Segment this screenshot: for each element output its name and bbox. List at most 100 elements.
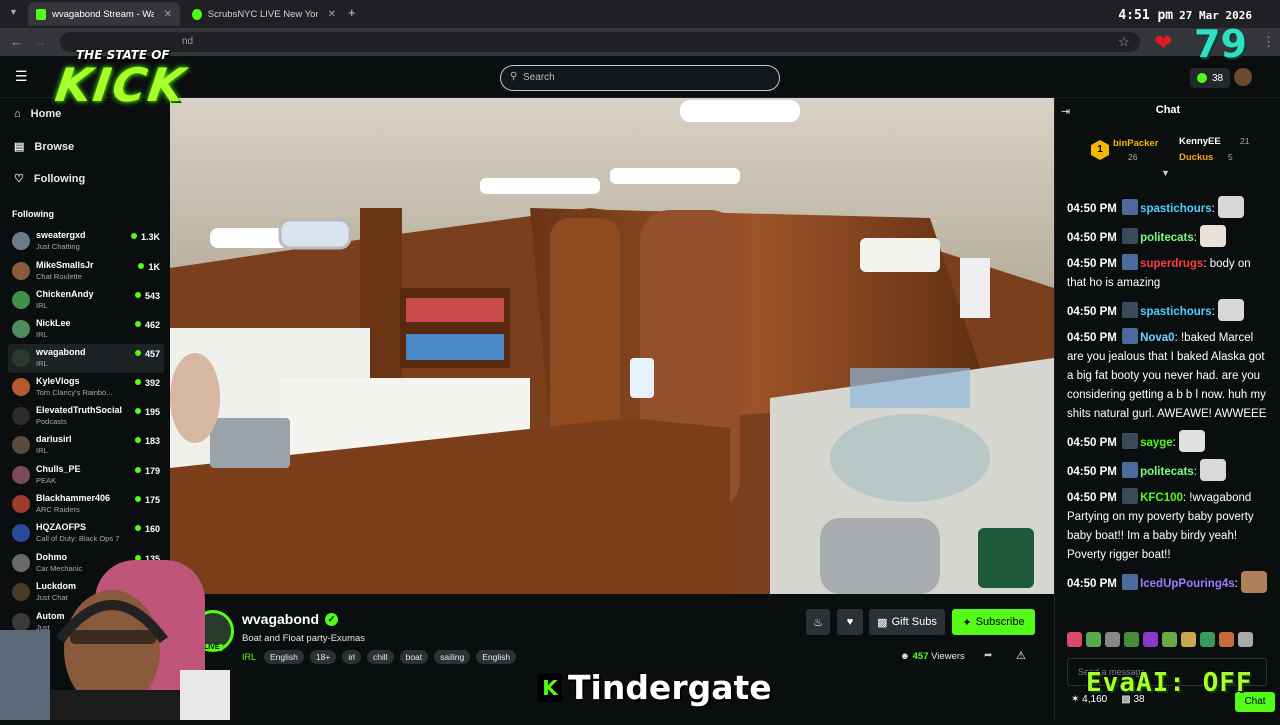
tag[interactable]: English [264, 650, 304, 664]
chat-username[interactable]: superdrugs [1140, 258, 1203, 270]
leader-count: 26 [1128, 152, 1138, 162]
clock-date: 27 Mar 2026 [1179, 9, 1252, 22]
chat-message: 04:50 PM spastichours: [1067, 299, 1273, 322]
emote-icon[interactable] [1238, 632, 1253, 647]
channel-category: IRL [36, 330, 48, 339]
cat-emote-icon [1218, 196, 1245, 218]
emote-icon[interactable] [1143, 632, 1158, 647]
nav-following-label: Following [33, 172, 86, 185]
close-tab-icon[interactable]: ✕ [328, 9, 336, 20]
tag[interactable]: 18+ [309, 650, 337, 664]
chat-username[interactable]: IcedUpPouring4s [1140, 578, 1235, 590]
star-icon: ✦ [962, 616, 972, 629]
caption-overlay: K Tindergate [538, 668, 772, 707]
emote-icon[interactable] [1219, 632, 1234, 647]
channel-avatar [12, 320, 30, 338]
streamer-name[interactable]: wvagabond ✓ [242, 611, 339, 627]
channel-viewers: 457 [135, 349, 160, 359]
bookmark-star-icon[interactable]: ☆ [1118, 34, 1130, 50]
sidebar-channel-blackhammer406[interactable]: Blackhammer406 ARC Raiders 175 [8, 490, 164, 519]
follow-heart-button[interactable]: ♥ [837, 609, 863, 635]
notification-bell-button[interactable]: ♨ [806, 609, 830, 635]
chat-username[interactable]: politecats [1140, 232, 1194, 244]
nav-following[interactable]: ♡ Following [14, 172, 86, 186]
emote-icon[interactable] [1086, 632, 1101, 647]
chat-heading: Chat [1155, 104, 1181, 116]
url-field[interactable]: nd [60, 32, 1140, 52]
emote-icon[interactable] [1162, 632, 1177, 647]
new-tab-button[interactable]: + [348, 5, 356, 20]
tab-wvagabond[interactable]: wvagabond Stream - Watch ✕ [28, 2, 180, 26]
chat-username[interactable]: spastichours [1140, 306, 1212, 318]
tag[interactable]: boat [399, 650, 429, 664]
share-icon[interactable]: ➦ [984, 650, 992, 661]
channel-avatar [12, 436, 30, 454]
gift-leaderboard: 1 binPacker 26 KennyEE 21 Duckus 5 ▼ [1055, 128, 1280, 178]
sidebar-channel-sweatergxd[interactable]: sweatergxd Just Chatting 1.3K [8, 227, 164, 256]
emote-icon[interactable] [1067, 632, 1082, 647]
channel-viewers: 392 [135, 378, 160, 388]
close-tab-icon[interactable]: ✕ [164, 9, 172, 20]
chat-message: 04:50 PM sayge: [1067, 430, 1273, 453]
stream-title: Boat and Float party-Exumas [242, 633, 366, 644]
subscribe-label: Subscribe [975, 616, 1025, 628]
expand-leaderboard-icon[interactable]: ▼ [1161, 168, 1170, 178]
user-badge-icon [1122, 199, 1139, 215]
points-icon: ✶ [1071, 694, 1083, 705]
channel-category: Chat Roulette [36, 272, 82, 281]
chat-timestamp: 04:50 PM [1067, 306, 1117, 318]
tag[interactable]: irl [342, 650, 361, 664]
subscribe-button[interactable]: ✦ Subscribe [952, 609, 1035, 635]
heart-icon: ♥ [846, 616, 854, 628]
tag[interactable]: sailing [434, 650, 471, 664]
sidebar-channel-elevatedtruthsocial[interactable]: ElevatedTruthSocial Podcasts 195 [8, 402, 164, 431]
channel-category: Call of Duty: Black Ops 7 [36, 534, 120, 543]
gift-subs-button[interactable]: ▩ Gift Subs [869, 609, 945, 635]
chat-timestamp: 04:50 PM [1067, 466, 1117, 478]
user-avatar[interactable] [1234, 68, 1252, 86]
sidebar-channel-nicklee[interactable]: NickLee IRL 462 [8, 315, 164, 344]
emote-icon[interactable] [1105, 632, 1120, 647]
sidebar-channel-dariusirl[interactable]: dariusirl IRL 183 [8, 431, 164, 460]
sidebar-channel-chickenandy[interactable]: ChickenAndy IRL 543 [8, 286, 164, 315]
boat-cabin-video-frame [170, 98, 1054, 594]
chat-message: 04:50 PM IcedUpPouring4s: [1067, 571, 1273, 594]
chat-username[interactable]: KFC100 [1140, 492, 1183, 504]
kicks-balance[interactable]: 38 [1190, 68, 1231, 88]
emote-icon[interactable] [1200, 632, 1215, 647]
chat-username[interactable]: spastichours [1140, 203, 1212, 215]
leader-name[interactable]: KennyEE [1179, 136, 1221, 147]
tag[interactable]: English [476, 650, 517, 664]
menu-dots-icon[interactable]: ⋮ [1262, 34, 1275, 50]
search-input[interactable]: ⚲ Search [500, 65, 780, 91]
following-heading: Following [12, 209, 54, 219]
channel-name: dariusirl [36, 434, 72, 444]
report-icon[interactable]: ⚠ [1016, 649, 1026, 662]
user-badge-icon [1122, 254, 1139, 270]
emote-icon[interactable] [1124, 632, 1139, 647]
tab-scrubsnyc[interactable]: ScrubsNYC LIVE New York ( ✕ [184, 2, 344, 26]
video-player[interactable] [170, 98, 1054, 594]
tag[interactable]: chill [366, 650, 394, 664]
sidebar-channel-mikesmallsjr[interactable]: MikeSmallsJr Chat Roulette 1K [8, 257, 164, 286]
hamburger-menu-icon[interactable]: ☰ [15, 68, 28, 85]
category-link[interactable]: IRL [242, 652, 256, 662]
sidebar-channel-wvagabond[interactable]: wvagabond IRL 457 [8, 344, 164, 373]
tab-list-chevron-icon[interactable]: ▼ [9, 7, 18, 17]
search-placeholder: Search [523, 72, 555, 83]
chat-username[interactable]: Nova0 [1140, 332, 1175, 344]
clock-time: 4:51 pm [1118, 8, 1174, 23]
back-icon[interactable]: ← [10, 34, 23, 49]
emote-icon[interactable] [1181, 632, 1196, 647]
overlay-counter: 79 [1194, 22, 1247, 66]
chat-username[interactable]: politecats [1140, 466, 1194, 478]
nav-browse[interactable]: ▤ Browse [14, 140, 74, 154]
heart-icon: ♡ [14, 173, 24, 185]
tab-label: wvagabond Stream - Watch [51, 8, 154, 20]
leader-name[interactable]: binPacker [1113, 138, 1158, 149]
sidebar-channel-hqzaofps[interactable]: HQZAOFPS Call of Duty: Black Ops 7 160 [8, 519, 164, 548]
leader-name[interactable]: Duckus [1179, 152, 1213, 163]
sidebar-channel-kylevlogs[interactable]: KyleVlogs Tom Clancy's Rainbo... 392 [8, 373, 164, 402]
sidebar-channel-chulls_pe[interactable]: Chulls_PE PEAK 179 [8, 461, 164, 490]
chat-username[interactable]: sayge [1140, 437, 1173, 449]
